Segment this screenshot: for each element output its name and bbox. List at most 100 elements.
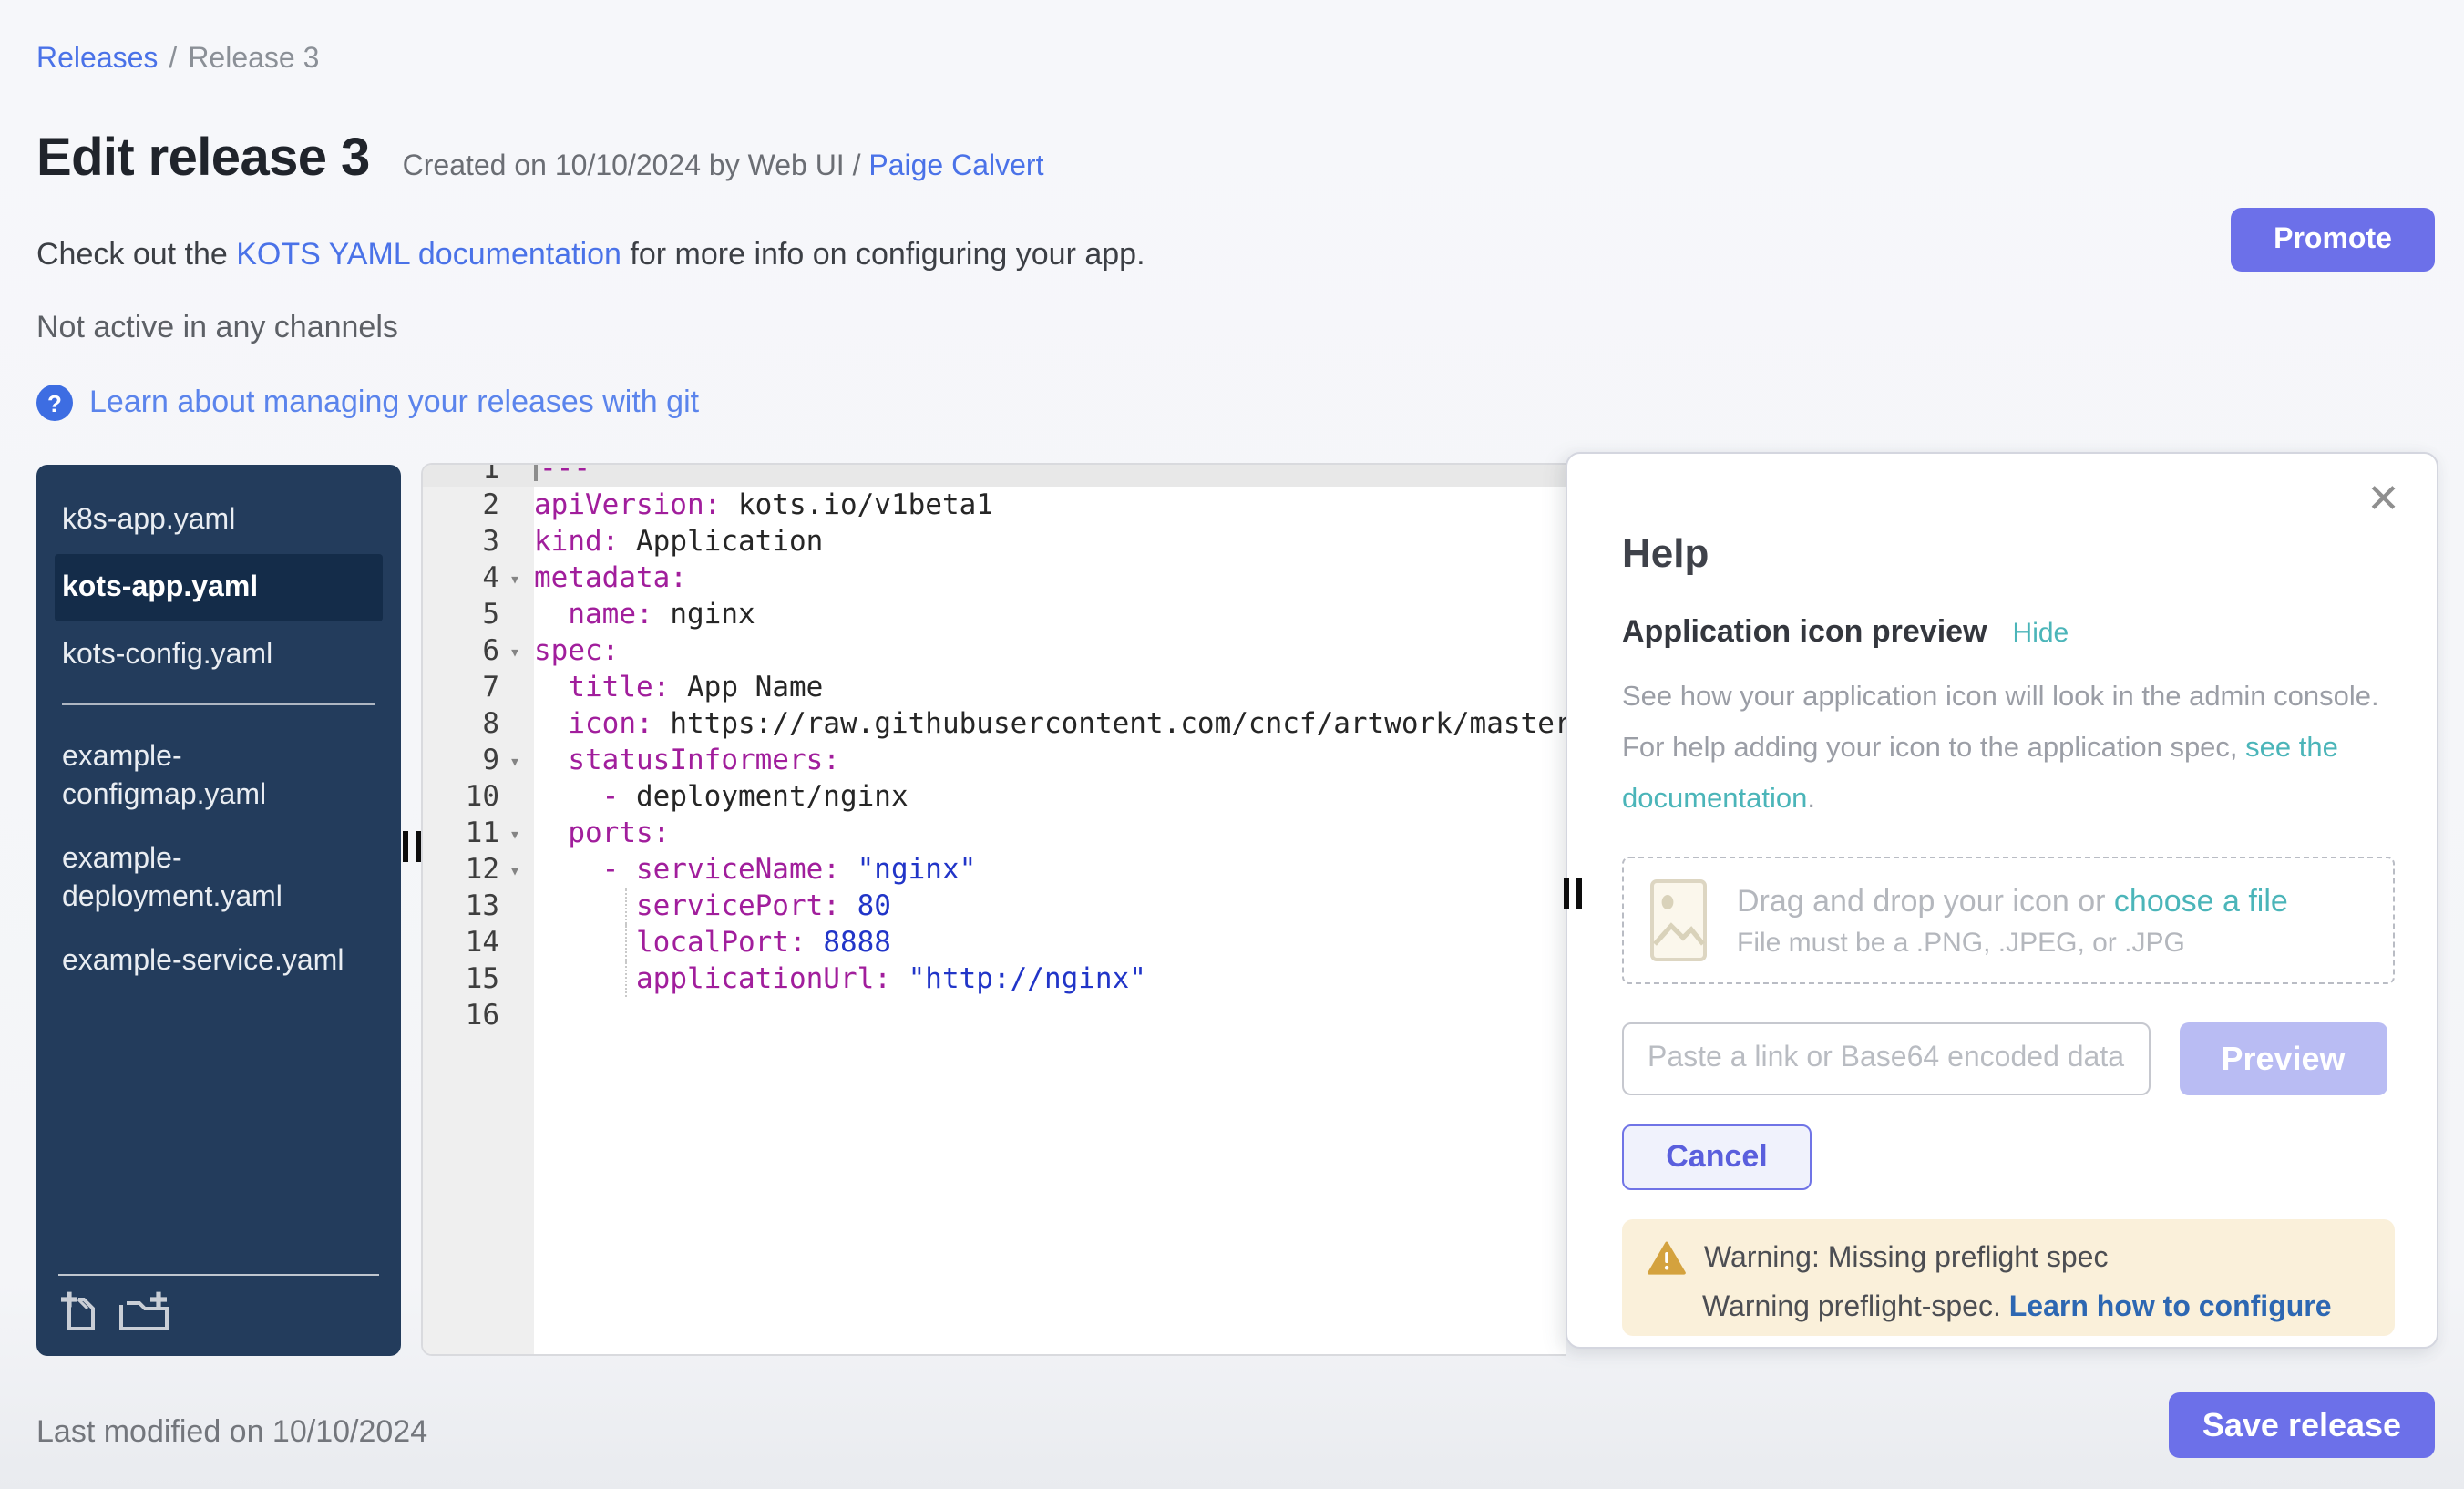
yaml-key: - <box>602 780 636 813</box>
kots-yaml-doc-link[interactable]: KOTS YAML documentation <box>236 237 621 272</box>
yaml-key: - serviceName: <box>602 853 840 886</box>
code-text <box>530 999 534 1032</box>
save-release-button[interactable]: Save release <box>2169 1392 2435 1458</box>
git-releases-link[interactable]: Learn about managing your releases with … <box>89 385 699 421</box>
icon-drop-zone[interactable]: Drag and drop your icon or choose a file… <box>1622 857 2395 984</box>
sidebar-resize-handle[interactable] <box>403 831 421 862</box>
code-text: applicationUrl: "http://nginx" <box>530 962 1146 995</box>
code-line[interactable]: 2apiVersion: kots.io/v1beta1 <box>423 487 1566 523</box>
line-number: 1 <box>423 463 499 487</box>
file-item-example-service.yaml[interactable]: example-service.yaml <box>55 931 383 991</box>
code-line[interactable]: 14 localPort: 8888 <box>423 924 1566 960</box>
yaml-text <box>534 889 636 922</box>
code-editor[interactable]: 1 ---2apiVersion: kots.io/v1beta13kind: A… <box>421 463 1566 1356</box>
breadcrumb-separator: / <box>169 44 177 75</box>
line-number: 16 <box>423 997 499 1033</box>
new-file-icon[interactable] <box>58 1290 100 1334</box>
yaml-text <box>534 598 568 631</box>
author-link[interactable]: Paige Calvert <box>868 151 1043 182</box>
yaml-key: kind: <box>534 525 619 558</box>
code-line[interactable]: 13 servicePort: 80 <box>423 888 1566 924</box>
yaml-key: --- <box>539 463 590 485</box>
yaml-text <box>534 926 636 959</box>
drop-text-pre: Drag and drop your icon or <box>1737 883 2114 918</box>
file-item-k8s-app.yaml[interactable]: k8s-app.yaml <box>55 490 383 550</box>
yaml-text: nginx <box>653 598 755 631</box>
sidebar-footer-divider <box>58 1274 379 1276</box>
code-line[interactable]: 9▾ statusInformers: <box>423 742 1566 778</box>
file-item-example-deployment.yaml[interactable]: example-deployment.yaml <box>55 829 383 928</box>
hide-link[interactable]: Hide <box>2013 618 2069 649</box>
code-line[interactable]: 16 <box>423 997 1566 1033</box>
code-line[interactable]: 5 name: nginx <box>423 596 1566 632</box>
yaml-text: https://raw.githubusercontent.com/cncf/a… <box>653 707 1566 740</box>
text-cursor <box>534 463 538 481</box>
created-info: Created on 10/10/2024 by Web UI / Paige … <box>403 151 1044 184</box>
preview-button[interactable]: Preview <box>2179 1022 2387 1095</box>
new-folder-icon[interactable] <box>118 1290 169 1334</box>
help-panel-resize-handle[interactable] <box>1564 878 1582 909</box>
line-number: 14 <box>423 924 499 960</box>
yaml-key: statusInformers: <box>568 744 840 776</box>
file-list-divider <box>62 703 375 705</box>
file-list: k8s-app.yamlkots-app.yamlkots-config.yam… <box>36 465 401 1259</box>
title-row: Edit release 3 Created on 10/10/2024 by … <box>36 129 1043 190</box>
code-line[interactable]: 10 - deployment/nginx <box>423 778 1566 815</box>
sidebar-footer <box>36 1259 401 1356</box>
promote-button[interactable]: Promote <box>2231 208 2435 272</box>
yaml-key: spec: <box>534 634 619 667</box>
code-line[interactable]: 1 --- <box>423 463 1566 487</box>
code-line[interactable]: 7 title: App Name <box>423 669 1566 705</box>
line-number: 10 <box>423 778 499 815</box>
yaml-key: localPort: <box>636 926 806 959</box>
code-line[interactable]: 11▾ ports: <box>423 815 1566 851</box>
cancel-button[interactable]: Cancel <box>1622 1124 1812 1190</box>
fold-arrow-icon[interactable]: ▾ <box>499 636 530 673</box>
icon-url-input[interactable] <box>1622 1022 2150 1095</box>
close-icon[interactable]: ✕ <box>2366 479 2400 519</box>
yaml-text: Application <box>619 525 823 558</box>
file-item-kots-config.yaml[interactable]: kots-config.yaml <box>55 625 383 685</box>
icon-preview-title: Application icon preview <box>1622 614 1987 651</box>
code-line[interactable]: 8 icon: https://raw.githubusercontent.co… <box>423 705 1566 742</box>
yaml-key: name: <box>568 598 652 631</box>
fold-arrow-icon[interactable]: ▾ <box>499 818 530 855</box>
breadcrumb-releases-link[interactable]: Releases <box>36 44 158 75</box>
yaml-value-literal: 80 <box>840 889 891 922</box>
yaml-key: applicationUrl: <box>636 962 891 995</box>
yaml-text: kots.io/v1beta1 <box>721 488 993 521</box>
code-text: spec: <box>530 634 619 667</box>
line-number: 15 <box>423 960 499 997</box>
fold-arrow-icon[interactable]: ▾ <box>499 563 530 600</box>
line-number: 6 <box>423 632 499 669</box>
file-item-example-configmap.yaml[interactable]: example-configmap.yaml <box>55 727 383 826</box>
created-text: Created on 10/10/2024 by Web UI / <box>403 151 869 182</box>
code-text: title: App Name <box>530 671 823 703</box>
learn-configure-link[interactable]: Learn how to configure <box>2009 1292 2332 1323</box>
file-item-kots-app.yaml[interactable]: kots-app.yaml <box>55 554 383 621</box>
fold-arrow-icon[interactable]: ▾ <box>499 745 530 782</box>
code-text: - deployment/nginx <box>530 780 909 813</box>
code-text: - serviceName: "nginx" <box>530 853 976 886</box>
code-line[interactable]: 12▾ - serviceName: "nginx" <box>423 851 1566 888</box>
icon-preview-description: See how your application icon will look … <box>1622 673 2395 826</box>
code-text: statusInformers: <box>530 744 840 776</box>
help-panel-title: Help <box>1622 530 2387 578</box>
code-line[interactable]: 15 applicationUrl: "http://nginx" <box>423 960 1566 997</box>
code-line[interactable]: 3kind: Application <box>423 523 1566 560</box>
code-text: icon: https://raw.githubusercontent.com/… <box>530 707 1566 740</box>
doc-text-post: for more info on configuring your app. <box>621 237 1145 272</box>
code-text: servicePort: 80 <box>530 889 891 922</box>
fold-arrow-icon[interactable]: ▾ <box>499 855 530 891</box>
yaml-text <box>534 707 568 740</box>
code-line[interactable]: 6▾spec: <box>423 632 1566 669</box>
yaml-key: apiVersion: <box>534 488 721 521</box>
code-line[interactable]: 4▾metadata: <box>423 560 1566 596</box>
icon-preview-section-header: Application icon preview Hide <box>1622 614 2387 651</box>
choose-file-link[interactable]: choose a file <box>2114 883 2288 918</box>
warning-detail: Warning preflight-spec. Learn how to con… <box>1702 1292 2369 1325</box>
yaml-value-literal: "nginx" <box>840 853 976 886</box>
file-tree-sidebar: k8s-app.yamlkots-app.yamlkots-config.yam… <box>36 465 401 1356</box>
page: Releases/Release 3 Edit release 3 Create… <box>0 0 2464 1489</box>
line-number: 12 <box>423 851 499 888</box>
